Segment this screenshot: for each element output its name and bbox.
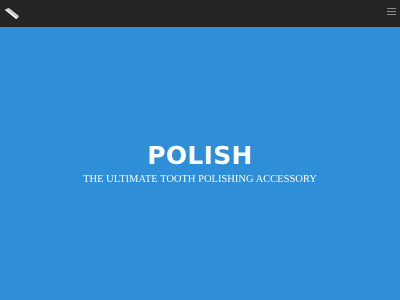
hero-title: POLISH <box>147 141 253 170</box>
top-navigation-bar <box>0 0 400 27</box>
menu-line-top <box>387 8 396 9</box>
hamburger-menu-icon[interactable] <box>387 8 396 18</box>
site-logo-icon[interactable] <box>4 6 20 20</box>
menu-line-bottom <box>387 14 396 15</box>
menu-line-middle <box>387 11 396 12</box>
hero-tagline: THE ULTIMATE TOOTH POLISHING ACCESSORY <box>83 174 317 185</box>
